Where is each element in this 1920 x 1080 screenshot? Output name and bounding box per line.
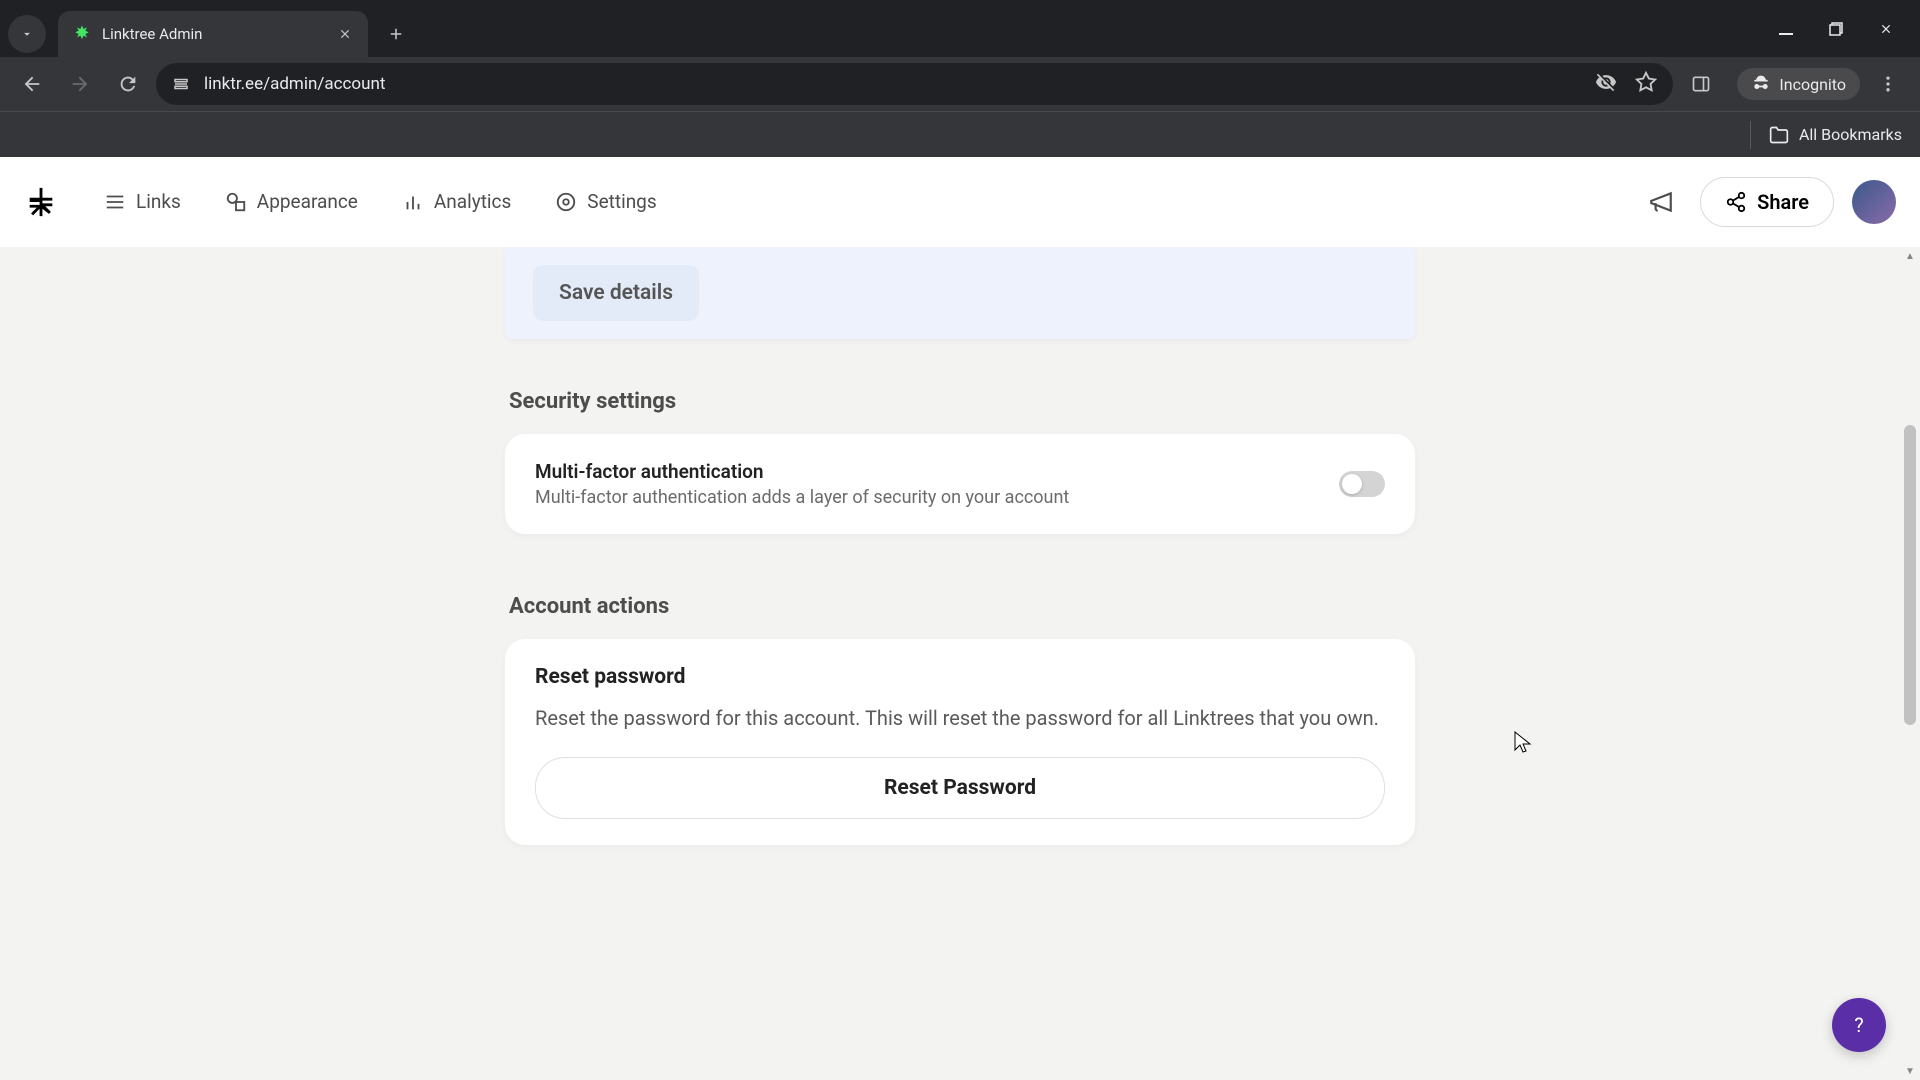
page-content: Links Appearance Analytics Settings Shar…	[0, 157, 1920, 1080]
security-settings-heading: Security settings	[505, 389, 1415, 414]
side-panel-icon[interactable]	[1681, 64, 1721, 104]
scroll-down-arrow[interactable]: ▼	[1902, 1062, 1918, 1080]
reset-password-description: Reset the password for this account. Thi…	[535, 703, 1385, 733]
site-info-icon[interactable]	[172, 75, 190, 93]
divider	[1750, 121, 1751, 149]
mfa-title: Multi-factor authentication	[535, 460, 1069, 483]
reset-password-button[interactable]: Reset Password	[535, 757, 1385, 819]
bookmarks-bar: All Bookmarks	[0, 111, 1920, 157]
save-details-card: Save details	[505, 247, 1415, 339]
vertical-scrollbar[interactable]: ▲ ▼	[1902, 247, 1918, 1080]
nav-settings[interactable]: Settings	[545, 182, 666, 221]
shapes-icon	[225, 191, 247, 213]
minimize-window-icon[interactable]	[1776, 19, 1796, 39]
browser-menu-icon[interactable]	[1868, 64, 1908, 104]
nav-analytics[interactable]: Analytics	[392, 182, 521, 221]
reload-button[interactable]	[108, 64, 148, 104]
nav-appearance[interactable]: Appearance	[215, 182, 368, 221]
maximize-window-icon[interactable]	[1826, 19, 1846, 39]
incognito-label: Incognito	[1779, 75, 1846, 94]
bookmark-star-icon[interactable]	[1635, 71, 1657, 97]
nav-links-label: Links	[136, 190, 181, 213]
nav-appearance-label: Appearance	[257, 190, 358, 213]
all-bookmarks-label: All Bookmarks	[1799, 125, 1902, 144]
nav-analytics-label: Analytics	[434, 190, 511, 213]
nav-settings-label: Settings	[587, 190, 656, 213]
share-icon	[1725, 191, 1747, 213]
save-details-button[interactable]: Save details	[533, 265, 699, 321]
scrollbar-thumb[interactable]	[1904, 425, 1916, 725]
url-text: linktr.ee/admin/account	[204, 74, 1581, 94]
tab-title: Linktree Admin	[102, 25, 326, 43]
user-avatar[interactable]	[1852, 180, 1896, 224]
chart-icon	[402, 191, 424, 213]
browser-toolbar: linktr.ee/admin/account Incognito	[0, 57, 1920, 111]
mfa-card: Multi-factor authentication Multi-factor…	[505, 434, 1415, 534]
nav-links[interactable]: Links	[94, 182, 191, 221]
list-icon	[104, 191, 126, 213]
account-actions-heading: Account actions	[505, 594, 1415, 619]
share-button[interactable]: Share	[1700, 177, 1834, 227]
reset-password-card: Reset password Reset the password for th…	[505, 639, 1415, 845]
megaphone-icon	[1648, 189, 1674, 215]
tab-search-dropdown[interactable]	[8, 15, 46, 53]
incognito-badge[interactable]: Incognito	[1737, 68, 1860, 100]
mouse-cursor	[1514, 731, 1532, 755]
app-header: Links Appearance Analytics Settings Shar…	[0, 157, 1920, 247]
linktree-favicon	[72, 24, 92, 44]
linktree-logo[interactable]	[24, 185, 58, 219]
gear-icon	[555, 191, 577, 213]
browser-tab[interactable]: Linktree Admin	[58, 11, 368, 57]
content-area: Save details Security settings Multi-fac…	[0, 247, 1920, 1080]
forward-button[interactable]	[60, 64, 100, 104]
help-icon: ?	[1854, 1013, 1863, 1037]
all-bookmarks-button[interactable]: All Bookmarks	[1769, 125, 1902, 145]
help-fab[interactable]: ?	[1832, 998, 1886, 1052]
incognito-icon	[1751, 74, 1771, 94]
browser-tab-bar: Linktree Admin	[0, 0, 1920, 57]
close-window-icon[interactable]	[1876, 19, 1896, 39]
address-bar[interactable]: linktr.ee/admin/account	[156, 63, 1673, 105]
reset-password-title: Reset password	[535, 665, 1385, 689]
folder-icon	[1769, 125, 1789, 145]
mfa-toggle[interactable]	[1339, 471, 1385, 497]
new-tab-button[interactable]	[378, 16, 414, 52]
announcements-button[interactable]	[1640, 181, 1682, 223]
close-tab-icon[interactable]	[336, 25, 354, 43]
mfa-description: Multi-factor authentication adds a layer…	[535, 487, 1069, 508]
eye-off-icon[interactable]	[1595, 71, 1617, 97]
share-label: Share	[1757, 190, 1809, 214]
back-button[interactable]	[12, 64, 52, 104]
scroll-up-arrow[interactable]: ▲	[1902, 247, 1918, 265]
